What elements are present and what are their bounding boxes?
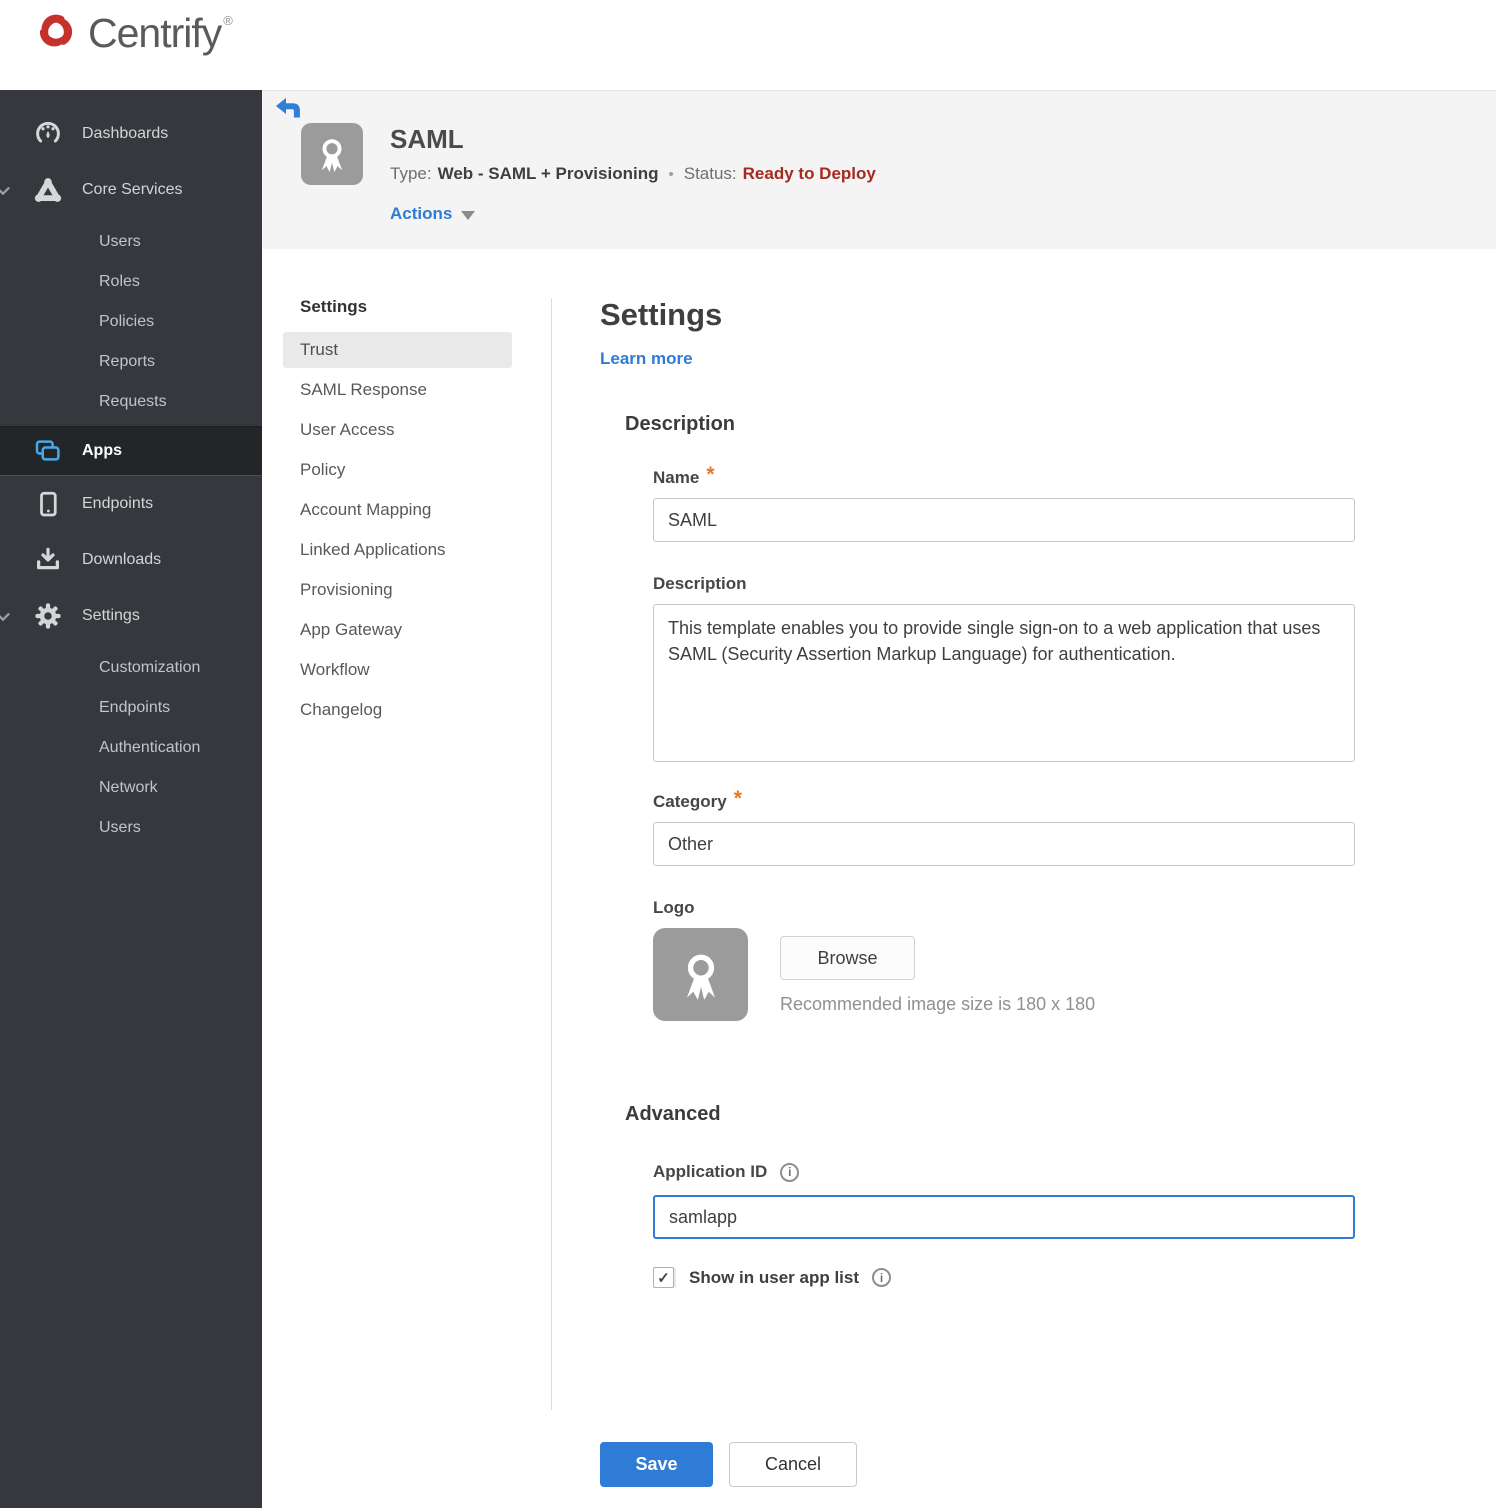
subnav-item-account-mapping[interactable]: Account Mapping <box>283 490 512 530</box>
sidebar-item-settings-endpoints[interactable]: Endpoints <box>0 688 262 728</box>
category-label: Category * <box>653 787 742 811</box>
subnav-item-user-access[interactable]: User Access <box>283 410 512 450</box>
sidebar-item-apps[interactable]: Apps <box>0 426 262 476</box>
sidebar-item-policies[interactable]: Policies <box>0 302 262 342</box>
show-in-user-app-list-row: Show in user app list <box>653 1267 1358 1288</box>
sidebar-item-authentication[interactable]: Authentication <box>0 728 262 768</box>
chevron-down-icon[interactable] <box>0 179 14 201</box>
sidebar-item-settings-users[interactable]: Users <box>0 808 262 848</box>
vertical-divider <box>551 298 552 1410</box>
logo-preview <box>653 928 748 1021</box>
tablet-icon <box>32 488 64 520</box>
logo-label: Logo <box>653 898 695 917</box>
application-id-input[interactable] <box>653 1195 1355 1239</box>
sidebar-item-label: Settings <box>82 607 140 624</box>
gauge-icon <box>32 118 64 150</box>
type-value: Web - SAML + Provisioning <box>437 164 659 183</box>
sidebar-item-requests[interactable]: Requests <box>0 382 262 422</box>
subnav-item-saml-response[interactable]: SAML Response <box>283 370 512 410</box>
app-title: SAML <box>390 124 464 154</box>
subnav-item-workflow[interactable]: Workflow <box>283 650 512 690</box>
sidebar-item-endpoints[interactable]: Endpoints <box>0 476 262 532</box>
browse-button[interactable]: Browse <box>780 936 915 980</box>
download-icon <box>32 544 64 576</box>
subnav-header: Settings <box>300 297 368 316</box>
subnav-item-policy[interactable]: Policy <box>283 450 512 490</box>
sidebar-item-label: Apps <box>82 442 122 459</box>
centrify-logo[interactable]: Centrify ® <box>33 8 233 59</box>
name-label: Name * <box>653 463 715 487</box>
gear-icon <box>32 600 64 632</box>
save-button[interactable]: Save <box>600 1442 713 1487</box>
sidebar-item-label: Core Services <box>82 181 183 198</box>
sidebar-item-dashboards[interactable]: Dashboards <box>0 106 262 162</box>
sidebar-item-label: Endpoints <box>82 495 154 512</box>
status-label: Status: <box>683 164 737 183</box>
category-input[interactable] <box>653 822 1355 866</box>
description-label: Description <box>653 574 747 593</box>
app-header: SAML Type: Web - SAML + Provisioning • S… <box>262 90 1496 249</box>
sidebar-item-customization[interactable]: Customization <box>0 648 262 688</box>
sidebar-item-label: Downloads <box>82 551 162 568</box>
core-services-icon <box>32 174 64 206</box>
subnav-item-changelog[interactable]: Changelog <box>283 690 512 730</box>
learn-more-link[interactable]: Learn more <box>600 349 693 369</box>
advanced-section-title: Advanced <box>625 1103 721 1125</box>
application-id-label: Application ID <box>653 1162 1358 1182</box>
subnav-item-trust[interactable]: Trust <box>283 332 512 368</box>
form-actions: Save Cancel <box>600 1442 857 1487</box>
top-bar: Centrify ® <box>0 0 1496 90</box>
required-asterisk: * <box>733 787 742 810</box>
app-icon <box>301 123 363 185</box>
sidebar: Dashboards Core Services Users Roles Pol… <box>0 90 262 1508</box>
required-asterisk: * <box>706 463 715 486</box>
centrify-admin-page: Centrify ® Dashboards Core Services User… <box>0 0 1496 1508</box>
status-value: Ready to Deploy <box>742 164 876 183</box>
subnav-item-linked-applications[interactable]: Linked Applications <box>283 530 512 570</box>
caret-down-icon <box>461 210 476 220</box>
description-textarea[interactable]: This template enables you to provide sin… <box>653 604 1355 762</box>
name-input[interactable] <box>653 498 1355 542</box>
actions-dropdown[interactable]: Actions <box>390 204 476 224</box>
show-in-user-app-list-checkbox[interactable] <box>653 1267 674 1288</box>
sidebar-item-users[interactable]: Users <box>0 222 262 262</box>
app-meta: Type: Web - SAML + Provisioning • Status… <box>390 164 876 184</box>
type-label: Type: <box>390 164 432 183</box>
back-arrow-icon[interactable] <box>276 98 300 118</box>
description-section-title: Description <box>625 413 736 435</box>
chevron-down-icon[interactable] <box>0 605 14 627</box>
registered-mark: ® <box>223 13 233 28</box>
centrify-swirl-icon <box>33 8 79 59</box>
subnav-item-provisioning[interactable]: Provisioning <box>283 570 512 610</box>
sidebar-item-reports[interactable]: Reports <box>0 342 262 382</box>
settings-form: Settings Learn more Description Name * D… <box>600 297 1358 1288</box>
apps-icon <box>32 435 64 467</box>
sidebar-item-network[interactable]: Network <box>0 768 262 808</box>
sub-nav: Settings Trust SAML Response User Access… <box>283 296 512 730</box>
info-icon[interactable] <box>780 1162 800 1182</box>
info-icon[interactable] <box>872 1268 892 1287</box>
show-in-user-app-list-label: Show in user app list <box>689 1267 860 1287</box>
subnav-item-app-gateway[interactable]: App Gateway <box>283 610 512 650</box>
cancel-button[interactable]: Cancel <box>729 1442 857 1487</box>
page-title: Settings <box>600 297 723 332</box>
recommended-size-text: Recommended image size is 180 x 180 <box>780 994 1096 1014</box>
brand-name: Centrify <box>88 10 222 56</box>
sidebar-item-settings[interactable]: Settings <box>0 588 262 644</box>
sidebar-item-roles[interactable]: Roles <box>0 262 262 302</box>
sidebar-item-core-services[interactable]: Core Services <box>0 162 262 218</box>
sidebar-item-downloads[interactable]: Downloads <box>0 532 262 588</box>
sidebar-item-label: Dashboards <box>82 125 169 142</box>
meta-separator: • <box>668 165 674 183</box>
